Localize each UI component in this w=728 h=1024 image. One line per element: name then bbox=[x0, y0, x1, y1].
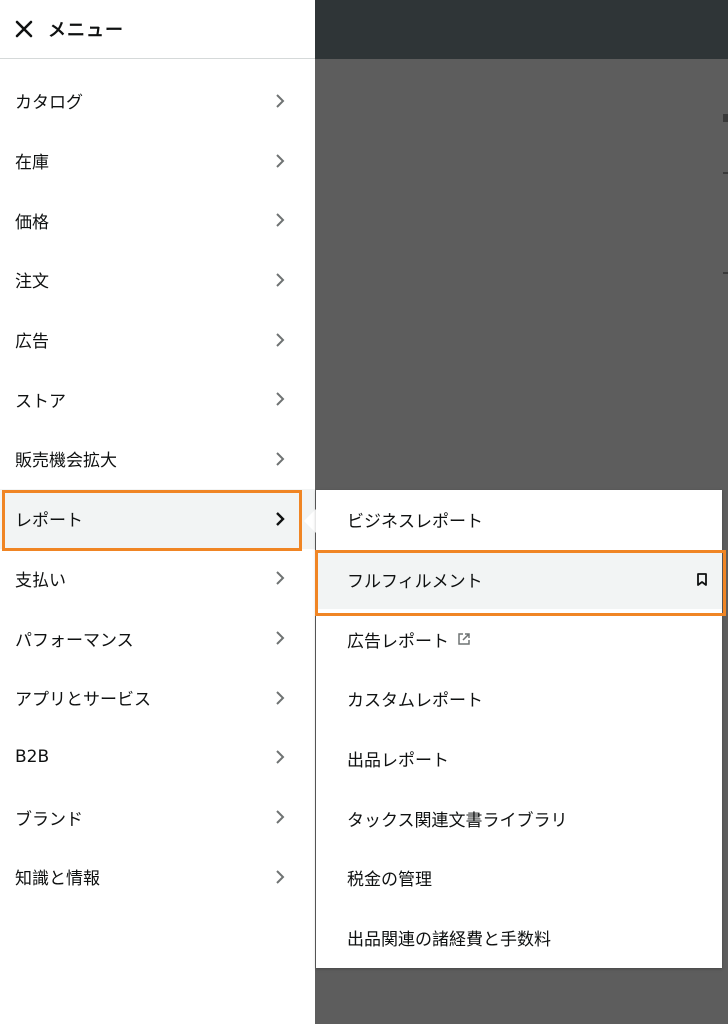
submenu-item-label: 広告レポート bbox=[347, 631, 449, 652]
menu-item-label: カタログ bbox=[15, 93, 83, 114]
chevron-right-icon bbox=[276, 750, 285, 765]
menu-item-advertising[interactable]: 広告 bbox=[0, 310, 315, 370]
bookmark-icon[interactable] bbox=[696, 572, 708, 587]
menu-item-label: パフォーマンス bbox=[15, 630, 134, 651]
chevron-right-icon bbox=[276, 810, 285, 824]
menu-item-label: B2B bbox=[15, 747, 50, 768]
menu-item-label: 販売機会拡大 bbox=[15, 451, 117, 472]
menu-item-growth[interactable]: 販売機会拡大 bbox=[0, 429, 315, 489]
menu-item-label: 広告 bbox=[15, 332, 49, 353]
chevron-right-icon bbox=[276, 511, 285, 526]
external-link-icon bbox=[458, 633, 470, 645]
submenu-item-tax-library[interactable]: タックス関連文書ライブラリ bbox=[316, 788, 722, 848]
submenu-item-fees[interactable]: 出品関連の諸経費と手数料 bbox=[316, 908, 722, 968]
submenu-item-label: フルフィルメント bbox=[347, 572, 483, 593]
menu-item-pricing[interactable]: 価格 bbox=[0, 190, 315, 250]
menu-item-inventory[interactable]: 在庫 bbox=[0, 131, 315, 191]
chevron-right-icon bbox=[276, 94, 285, 108]
chevron-right-icon bbox=[276, 153, 285, 168]
menu-item-label: 価格 bbox=[15, 212, 49, 233]
menu-item-orders[interactable]: 注文 bbox=[0, 250, 315, 310]
navigation-menu: メニュー カタログ 在庫 価格 注文 広告 ストア 販売機会拡大 レポート 支払… bbox=[0, 0, 315, 1024]
menu-item-b2b[interactable]: B2B bbox=[0, 728, 315, 788]
menu-item-label: ストア bbox=[15, 391, 66, 412]
background-fragment bbox=[723, 114, 728, 122]
submenu-item-business-reports[interactable]: ビジネスレポート bbox=[316, 490, 722, 550]
menu-list: カタログ 在庫 価格 注文 広告 ストア 販売機会拡大 レポート 支払い パフォ… bbox=[0, 59, 315, 907]
chevron-right-icon bbox=[276, 273, 285, 287]
menu-item-label: レポート bbox=[15, 511, 83, 532]
chevron-right-icon bbox=[276, 392, 285, 406]
chevron-right-icon bbox=[276, 691, 285, 705]
chevron-right-icon bbox=[276, 452, 285, 466]
chevron-right-icon bbox=[276, 213, 285, 227]
background-fragment bbox=[723, 272, 728, 274]
chevron-right-icon bbox=[276, 870, 285, 884]
submenu-item-label: ビジネスレポート bbox=[347, 512, 483, 533]
app-header-background bbox=[315, 0, 728, 59]
menu-item-reports[interactable]: レポート bbox=[0, 488, 315, 551]
submenu-item-listing-reports[interactable]: 出品レポート bbox=[316, 729, 722, 789]
submenu-item-tax-management[interactable]: 税金の管理 bbox=[316, 848, 722, 908]
submenu-item-fulfillment[interactable]: フルフィルメント bbox=[315, 549, 726, 616]
menu-item-payments[interactable]: 支払い bbox=[0, 549, 315, 609]
background-fragment bbox=[723, 172, 728, 174]
menu-item-label: 注文 bbox=[15, 272, 49, 293]
menu-item-apps-services[interactable]: アプリとサービス bbox=[0, 668, 315, 728]
menu-item-learn[interactable]: 知識と情報 bbox=[0, 847, 315, 907]
submenu-item-label: タックス関連文書ライブラリ bbox=[347, 810, 568, 831]
menu-item-label: 支払い bbox=[15, 570, 66, 591]
submenu-item-ad-reports[interactable]: 広告レポート bbox=[316, 609, 722, 669]
menu-item-performance[interactable]: パフォーマンス bbox=[0, 608, 315, 668]
menu-title: メニュー bbox=[48, 20, 124, 41]
chevron-right-icon bbox=[276, 631, 285, 645]
chevron-right-icon bbox=[276, 332, 285, 347]
submenu-item-label: 税金の管理 bbox=[347, 870, 432, 891]
menu-item-brand[interactable]: ブランド bbox=[0, 787, 315, 847]
menu-item-label: 在庫 bbox=[15, 153, 49, 174]
close-icon bbox=[15, 20, 33, 38]
submenu-item-custom-reports[interactable]: カスタムレポート bbox=[316, 669, 722, 729]
chevron-right-icon bbox=[276, 571, 285, 586]
menu-item-catalog[interactable]: カタログ bbox=[0, 71, 315, 131]
submenu-item-label: 出品レポート bbox=[347, 751, 449, 772]
reports-submenu: ビジネスレポート フルフィルメント 広告レポート カスタムレポート 出品レポート… bbox=[315, 490, 726, 968]
submenu-item-label: カスタムレポート bbox=[347, 691, 483, 712]
menu-header: メニュー bbox=[0, 0, 315, 59]
menu-item-label: 知識と情報 bbox=[15, 869, 100, 890]
submenu-list: ビジネスレポート フルフィルメント 広告レポート カスタムレポート 出品レポート… bbox=[315, 490, 726, 968]
menu-item-label: アプリとサービス bbox=[15, 690, 151, 711]
menu-item-store[interactable]: ストア bbox=[0, 369, 315, 429]
submenu-item-label: 出品関連の諸経費と手数料 bbox=[347, 930, 551, 951]
close-menu-button[interactable] bbox=[14, 19, 34, 39]
menu-item-label: ブランド bbox=[15, 809, 83, 830]
